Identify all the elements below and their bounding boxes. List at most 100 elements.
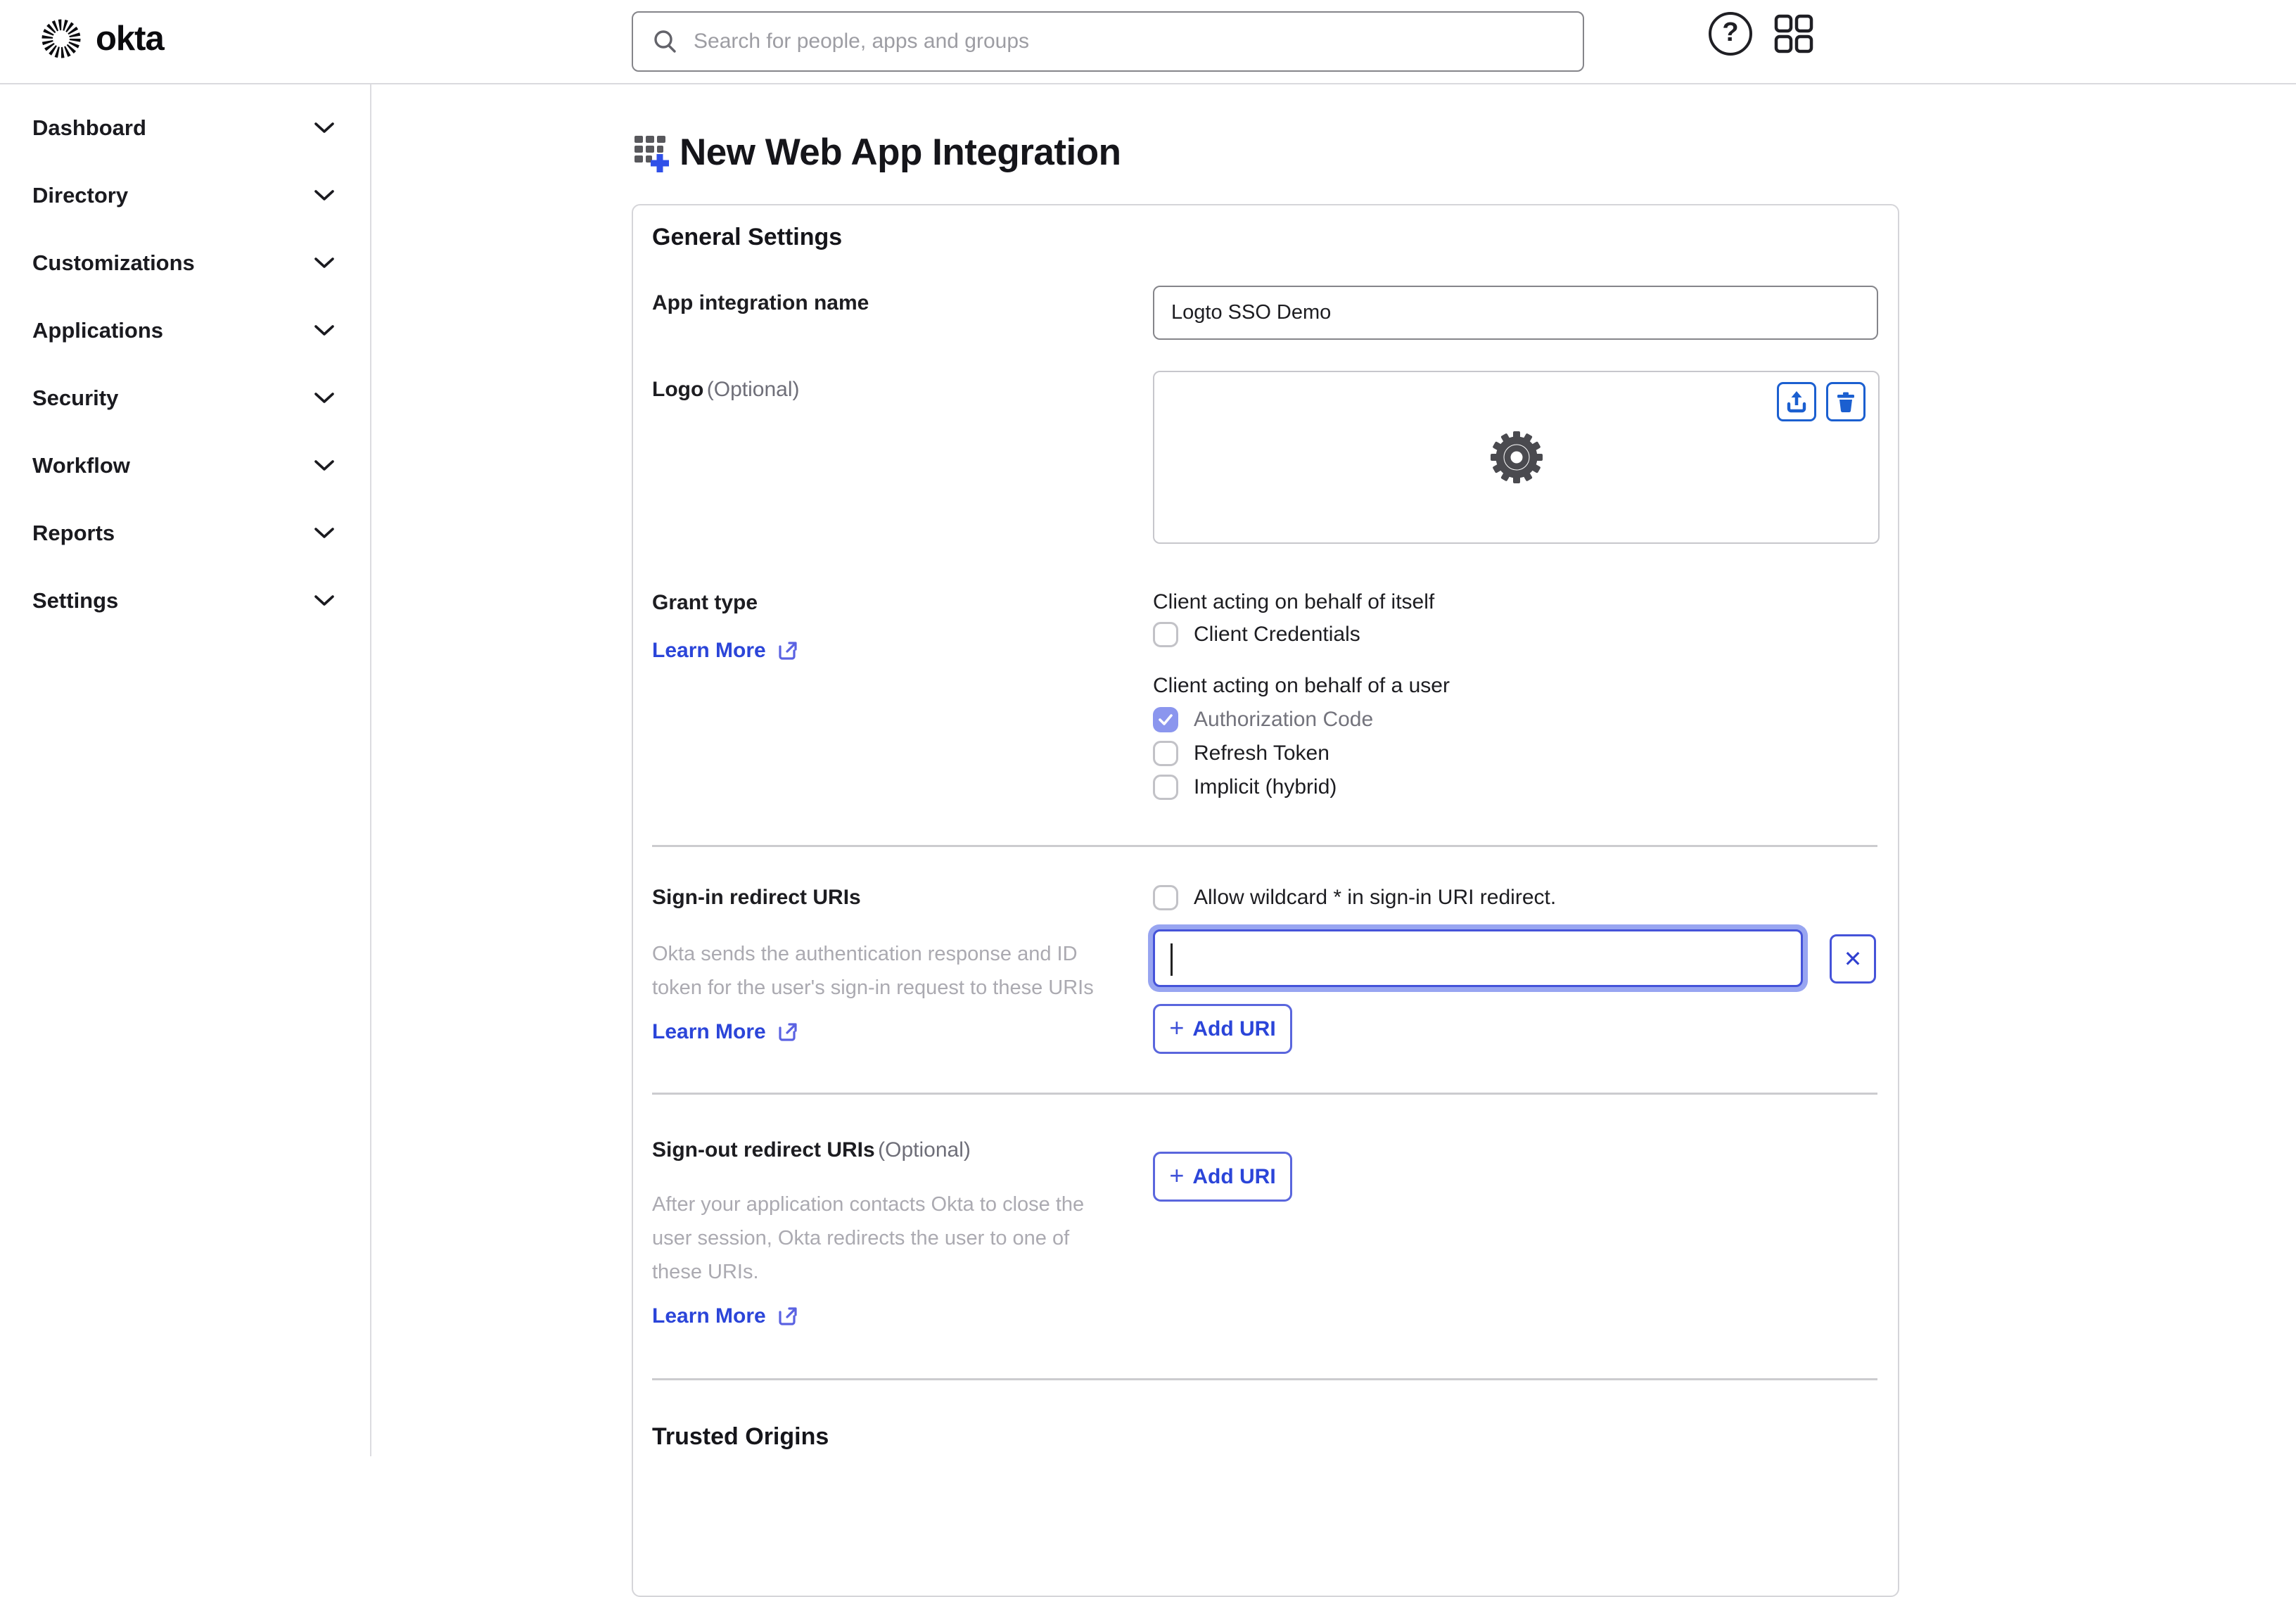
sidebar-item-security[interactable]: Security [0, 364, 370, 432]
logo-optional-label: (Optional) [706, 378, 800, 401]
help-button[interactable]: ? [1705, 8, 1756, 59]
implicit-hybrid-label: Implicit (hybrid) [1194, 775, 1337, 798]
implicit-hybrid-checkbox[interactable] [1153, 775, 1178, 800]
plus-icon: + [1169, 1161, 1185, 1190]
close-icon: ✕ [1843, 946, 1863, 972]
signout-redirect-uris-label: Sign-out redirect URIs [652, 1138, 875, 1162]
remove-uri-button[interactable]: ✕ [1830, 934, 1876, 984]
checkbox-row-implicit-hybrid: Implicit (hybrid) [1153, 775, 1337, 800]
apps-grid-icon [1774, 14, 1813, 53]
chevron-down-icon [314, 460, 334, 471]
sidebar-item-directory[interactable]: Directory [0, 162, 370, 229]
chevron-down-icon [314, 595, 334, 606]
external-link-icon [779, 1307, 797, 1325]
upload-icon [1787, 391, 1806, 413]
sidebar-item-settings[interactable]: Settings [0, 567, 370, 635]
add-uri-label: Add URI [1192, 1164, 1276, 1188]
signin-redirect-uris-label: Sign-in redirect URIs [652, 886, 861, 909]
sidebar-item-label: Customizations [32, 250, 195, 275]
chevron-down-icon [314, 393, 334, 403]
grant-type-learn-more-link[interactable]: Learn More [652, 639, 798, 663]
upload-logo-button[interactable] [1777, 382, 1816, 421]
learn-more-label: Learn More [652, 639, 766, 662]
okta-starburst-icon [42, 19, 81, 58]
sidebar-item-applications[interactable]: Applications [0, 297, 370, 364]
sidebar-item-customizations[interactable]: Customizations [0, 229, 370, 297]
wildcard-redirect-label: Allow wildcard * in sign-in URI redirect… [1194, 886, 1557, 909]
sidebar-item-label: Applications [32, 318, 164, 343]
plus-icon: + [1169, 1013, 1185, 1042]
general-settings-heading: General Settings [652, 224, 843, 250]
general-settings-card: General Settings App integration name Lo… [632, 204, 1899, 1597]
chevron-down-icon [314, 528, 334, 538]
grant-itself-heading: Client acting on behalf of itself [1153, 590, 1435, 613]
section-divider [652, 845, 1877, 847]
gear-icon [1490, 431, 1543, 483]
checkbox-row-authorization-code: Authorization Code [1153, 707, 1373, 732]
search-icon [654, 30, 676, 53]
logo-preview-box [1153, 371, 1880, 544]
sidebar-item-label: Workflow [32, 453, 130, 478]
check-icon [1159, 714, 1173, 725]
signout-helper-text: After your application contacts Okta to … [652, 1193, 1085, 1283]
sidebar-item-label: Security [32, 386, 119, 410]
global-search[interactable] [632, 11, 1584, 72]
checkbox-row-refresh-token: Refresh Token [1153, 741, 1329, 766]
sidebar-item-label: Settings [32, 588, 119, 613]
chevron-down-icon [314, 257, 334, 268]
learn-more-label: Learn More [652, 1020, 766, 1043]
page-title-row: New Web App Integration [632, 131, 1121, 174]
signin-uri-input-focus-ring [1148, 924, 1808, 992]
add-uri-label: Add URI [1192, 1017, 1276, 1041]
signout-optional-label: (Optional) [878, 1138, 971, 1162]
refresh-token-checkbox[interactable] [1153, 741, 1178, 766]
sidebar-item-label: Directory [32, 183, 129, 208]
signin-helper-text: Okta sends the authentication response a… [652, 943, 1094, 999]
signout-add-uri-button[interactable]: + Add URI [1153, 1152, 1292, 1202]
main-content: New Web App Integration General Settings… [373, 84, 2296, 1597]
new-app-grid-plus-icon [634, 135, 669, 172]
signin-add-uri-button[interactable]: + Add URI [1153, 1004, 1292, 1054]
checkbox-row-client-credentials: Client Credentials [1153, 622, 1360, 647]
app-integration-name-label: App integration name [652, 291, 869, 314]
chevron-down-icon [314, 325, 334, 336]
logo-label-row: Logo (Optional) [652, 378, 799, 402]
okta-wordmark: okta [96, 20, 165, 58]
section-divider [652, 1378, 1877, 1380]
chevron-down-icon [314, 122, 334, 133]
signin-learn-more-link[interactable]: Learn More [652, 1020, 798, 1044]
external-link-icon [779, 642, 797, 660]
trash-icon [1837, 392, 1854, 413]
app-integration-name-input[interactable] [1153, 286, 1878, 340]
external-link-icon [779, 1023, 797, 1041]
authorization-code-checkbox[interactable] [1153, 707, 1178, 732]
delete-logo-button[interactable] [1826, 382, 1866, 421]
client-credentials-checkbox[interactable] [1153, 622, 1178, 647]
sidebar-nav: Dashboard Directory Customizations Appli… [0, 84, 371, 1456]
sidebar-item-dashboard[interactable]: Dashboard [0, 94, 370, 162]
page-title: New Web App Integration [680, 132, 1121, 173]
signin-uri-input[interactable] [1153, 929, 1803, 987]
section-divider [652, 1093, 1877, 1095]
signout-learn-more-link[interactable]: Learn More [652, 1304, 798, 1328]
signin-uri-input-field[interactable] [1155, 931, 1801, 985]
sidebar-item-reports[interactable]: Reports [0, 500, 370, 567]
client-credentials-label: Client Credentials [1194, 623, 1360, 646]
refresh-token-label: Refresh Token [1194, 742, 1329, 765]
top-header: okta ? [0, 0, 2296, 84]
learn-more-label: Learn More [652, 1304, 766, 1328]
trusted-origins-heading: Trusted Origins [652, 1423, 829, 1450]
search-input[interactable] [692, 12, 1583, 71]
wildcard-redirect-checkbox[interactable] [1153, 885, 1178, 910]
question-circle-icon: ? [1709, 12, 1752, 56]
apps-grid-button[interactable] [1768, 8, 1819, 59]
grant-type-label: Grant type [652, 591, 758, 614]
grant-user-heading: Client acting on behalf of a user [1153, 674, 1450, 697]
sidebar-item-label: Reports [32, 521, 115, 545]
sidebar-item-workflow[interactable]: Workflow [0, 432, 370, 500]
authorization-code-label: Authorization Code [1194, 708, 1374, 731]
okta-logo[interactable]: okta [39, 17, 165, 61]
chevron-down-icon [314, 190, 334, 201]
checkbox-row-wildcard: Allow wildcard * in sign-in URI redirect… [1153, 885, 1556, 910]
sidebar-item-label: Dashboard [32, 115, 146, 140]
